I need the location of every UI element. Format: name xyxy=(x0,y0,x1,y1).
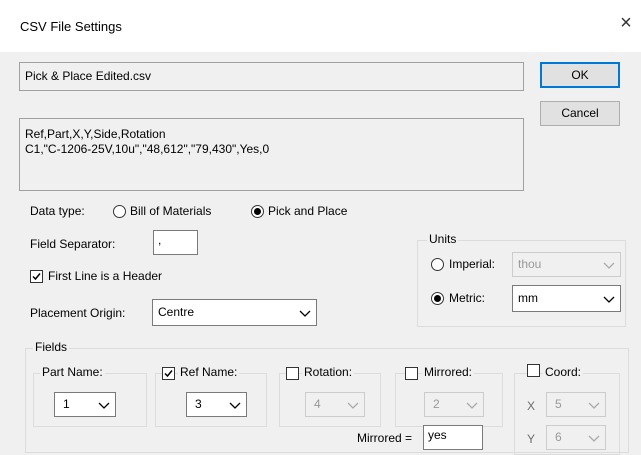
metric-label[interactable]: Metric: xyxy=(449,291,485,305)
mirrored-select: 2 xyxy=(424,392,484,417)
data-type-label: Data type: xyxy=(30,204,85,218)
dialog-title: CSV File Settings xyxy=(20,19,122,34)
mirrored-checkbox[interactable] xyxy=(405,367,418,380)
coord-x-select: 5 xyxy=(546,392,606,417)
part-name-value: 1 xyxy=(63,397,70,411)
field-separator-input[interactable]: , xyxy=(153,230,198,255)
rotation-value: 4 xyxy=(314,397,321,411)
placement-origin-label: Placement Origin: xyxy=(30,306,126,320)
first-line-header-label[interactable]: First Line is a Header xyxy=(48,269,162,283)
file-name-box: Pick & Place Edited.csv xyxy=(19,62,524,91)
file-name-text: Pick & Place Edited.csv xyxy=(25,69,152,83)
preview-line-2: C1,"C-1206-25V,10u","48,612","79,430",Ye… xyxy=(25,142,270,156)
ok-button[interactable]: OK xyxy=(540,62,620,88)
field-separator-label: Field Separator: xyxy=(30,237,116,251)
ref-name-value: 3 xyxy=(195,397,202,411)
chevron-down-icon xyxy=(603,262,615,269)
chevron-down-icon xyxy=(588,402,600,409)
mirrored-equals-input[interactable]: yes xyxy=(423,425,483,450)
fields-group-label: Fields xyxy=(33,340,70,354)
pick-and-place-label[interactable]: Pick and Place xyxy=(268,204,347,218)
metric-unit-select[interactable]: mm xyxy=(512,285,621,312)
check-icon xyxy=(164,370,173,378)
units-group-label: Units xyxy=(427,232,459,246)
imperial-radio[interactable] xyxy=(431,258,444,271)
mirrored-value: 2 xyxy=(433,397,440,411)
chevron-down-icon xyxy=(466,402,478,409)
preview-box: Ref,Part,X,Y,Side,Rotation C1,"C-1206-25… xyxy=(19,118,524,191)
coord-x-value: 5 xyxy=(555,397,562,411)
bom-radio[interactable] xyxy=(113,205,126,218)
coord-label[interactable]: Coord: xyxy=(543,365,584,379)
coord-y-label: Y xyxy=(527,432,536,446)
rotation-select: 4 xyxy=(305,392,365,417)
preview-line-1: Ref,Part,X,Y,Side,Rotation xyxy=(25,127,166,141)
metric-radio[interactable] xyxy=(431,292,444,305)
ref-name-select[interactable]: 3 xyxy=(186,392,247,417)
chevron-down-icon xyxy=(299,310,311,317)
ref-name-label[interactable]: Ref Name: xyxy=(178,365,240,379)
bom-label[interactable]: Bill of Materials xyxy=(130,204,211,218)
placement-origin-value: Centre xyxy=(158,305,195,319)
chevron-down-icon xyxy=(588,435,600,442)
chevron-down-icon xyxy=(229,402,241,409)
rotation-label[interactable]: Rotation: xyxy=(302,365,355,379)
cancel-button[interactable]: Cancel xyxy=(540,101,620,126)
chevron-down-icon xyxy=(603,296,615,303)
coord-x-label: X xyxy=(527,399,536,413)
mirrored-equals-label: Mirrored = xyxy=(357,431,413,445)
rotation-checkbox[interactable] xyxy=(286,367,299,380)
part-name-label: Part Name: xyxy=(40,365,105,379)
coord-checkbox[interactable] xyxy=(527,364,540,377)
imperial-unit-value: thou xyxy=(518,257,542,271)
coord-y-value: 6 xyxy=(555,430,562,444)
first-line-header-checkbox[interactable] xyxy=(30,270,43,283)
imperial-unit-select: thou xyxy=(512,252,621,277)
part-name-select[interactable]: 1 xyxy=(54,392,116,417)
check-icon xyxy=(32,273,41,281)
chevron-down-icon xyxy=(347,402,359,409)
imperial-label[interactable]: Imperial: xyxy=(449,257,495,271)
metric-unit-value: mm xyxy=(518,291,538,305)
placement-origin-select[interactable]: Centre xyxy=(152,299,317,326)
mirrored-label[interactable]: Mirrored: xyxy=(422,365,475,379)
chevron-down-icon xyxy=(98,402,110,409)
coord-y-select: 6 xyxy=(546,425,606,450)
close-icon[interactable]: × xyxy=(616,13,636,33)
ref-name-checkbox[interactable] xyxy=(162,367,175,380)
pick-and-place-radio[interactable] xyxy=(251,205,264,218)
